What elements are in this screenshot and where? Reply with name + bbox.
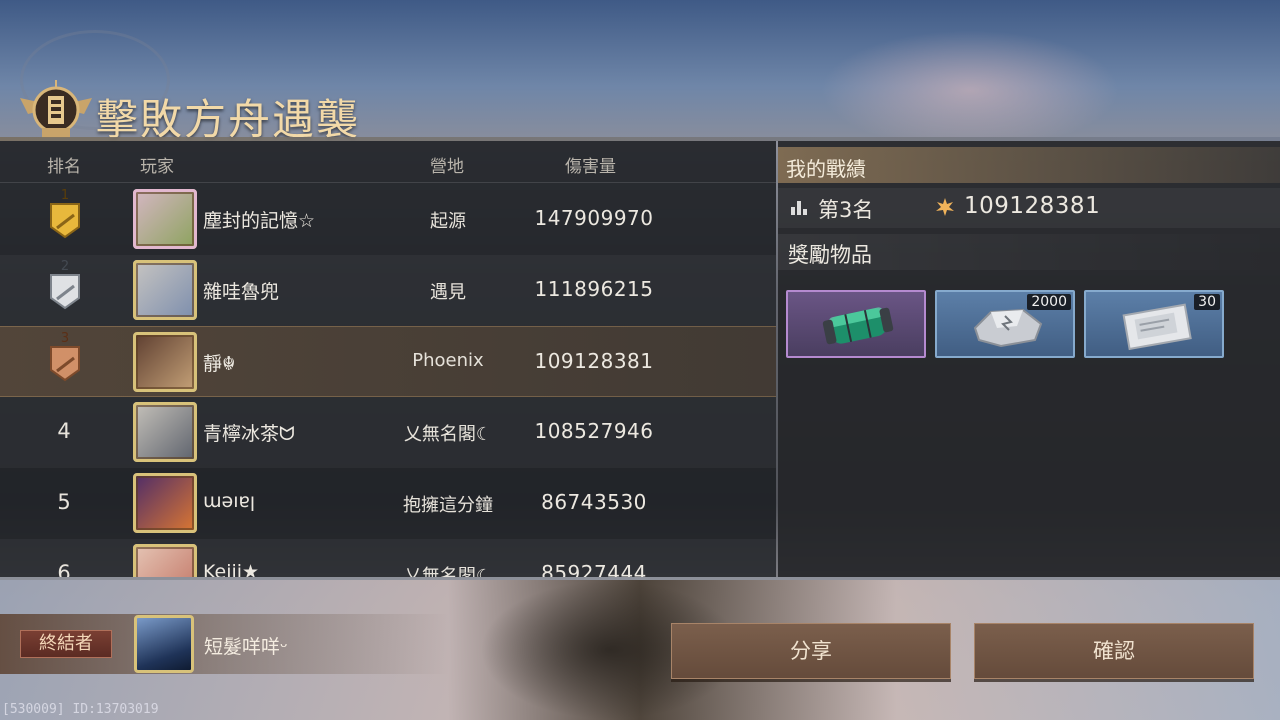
- reward-quantity: 30: [1194, 294, 1220, 310]
- avatar[interactable]: [133, 544, 197, 577]
- camp-name: 遇見: [430, 282, 466, 303]
- rewards-title: 獎勵物品: [788, 243, 872, 267]
- confirm-button[interactable]: 確認: [974, 623, 1254, 679]
- reward-item[interactable]: 2000: [935, 290, 1075, 358]
- avatar[interactable]: [133, 260, 197, 320]
- finisher-avatar[interactable]: [134, 615, 194, 673]
- damage-burst-icon: [936, 198, 954, 216]
- avatar-frame: [133, 473, 197, 533]
- content-bottom-divider: [0, 577, 1280, 580]
- avatar-frame: [133, 402, 197, 462]
- rank-number: 1: [60, 188, 70, 203]
- table-row-current-player[interactable]: 3 靜☬ Phoenix 109128381: [0, 326, 776, 397]
- reward-item[interactable]: [786, 290, 926, 358]
- reward-quantity: 2000: [1027, 294, 1071, 310]
- my-record-title: 我的戰績: [786, 157, 866, 181]
- avatar-frame: [133, 544, 197, 577]
- silver-rank-badge-icon: [50, 274, 80, 310]
- table-row[interactable]: 1 塵封的記憶☆ 起源 147909970: [0, 184, 776, 255]
- energy-canister-icon: [822, 307, 894, 345]
- avatar-frame: [133, 332, 197, 392]
- my-stats-row: 第3名 109128381: [778, 188, 1280, 228]
- ark-emblem-icon: [20, 80, 92, 138]
- camp-name: 抱擁這分鐘: [403, 495, 493, 516]
- rank-number: 6: [57, 561, 71, 577]
- avatar-frame: [133, 189, 197, 249]
- damage-value: 86743530: [541, 490, 647, 514]
- player-name: 雜哇魯兜: [203, 281, 280, 303]
- damage-value: 108527946: [534, 419, 654, 443]
- debug-id-text: [530009] ID:13703019: [2, 702, 159, 717]
- rank-number: 4: [57, 419, 71, 443]
- rank-number: 3: [60, 331, 70, 346]
- player-name: 靜☬: [203, 353, 236, 375]
- gold-rank-badge-icon: [50, 203, 80, 239]
- damage-value: 109128381: [534, 349, 654, 373]
- leaderboard-table[interactable]: 排名 玩家 營地 傷害量 1 塵封的記憶☆ 起源 147909970 2 雜哇魯…: [0, 141, 776, 577]
- sky-background: [820, 30, 1120, 150]
- camp-name: 乂無名閣☾: [403, 566, 493, 577]
- table-row[interactable]: 4 青檸冰茶ᗢ 乂無名閣☾ 108527946: [0, 397, 776, 468]
- damage-value: 147909970: [534, 206, 654, 230]
- avatar-frame: [133, 260, 197, 320]
- my-record-panel: 我的戰績 第3名 109128381 獎勵物品 2000 30: [778, 141, 1280, 577]
- avatar[interactable]: [133, 473, 197, 533]
- my-rank: 第3名: [818, 198, 874, 222]
- my-damage: 109128381: [964, 193, 1101, 219]
- damage-value: 111896215: [534, 277, 654, 301]
- player-name: Keiii★: [203, 561, 260, 577]
- header-rank: 排名: [47, 157, 81, 177]
- reward-item[interactable]: 30: [1084, 290, 1224, 358]
- camp-name: Phoenix: [412, 350, 484, 371]
- player-name: 青檸冰茶ᗢ: [203, 423, 295, 445]
- damage-value: 85927444: [541, 561, 647, 577]
- header-damage: 傷害量: [565, 157, 616, 177]
- table-header: 排名 玩家 營地 傷害量: [0, 141, 776, 183]
- table-row[interactable]: 5 ɯǝıɐן 抱擁這分鐘 86743530: [0, 468, 776, 539]
- avatar[interactable]: [133, 332, 197, 392]
- rank-number: 5: [57, 490, 71, 514]
- camp-name: 起源: [430, 211, 466, 232]
- table-row[interactable]: 6 Keiii★ 乂無名閣☾ 85927444: [0, 539, 776, 577]
- my-record-header: 我的戰績: [778, 147, 1280, 183]
- rank-number: 2: [60, 259, 70, 274]
- player-name: ɯǝıɐן: [203, 490, 256, 512]
- avatar[interactable]: [133, 402, 197, 462]
- camp-name: 乂無名閣☾: [403, 424, 493, 445]
- finisher-name: 短髮咩咩ᵕ: [204, 636, 288, 658]
- blueprint-pack-icon: [1122, 303, 1192, 351]
- table-row[interactable]: 2 雜哇魯兜 遇見 111896215: [0, 255, 776, 326]
- avatar[interactable]: [133, 189, 197, 249]
- rewards-section-header: 獎勵物品: [778, 234, 1280, 270]
- table-body: 1 塵封的記憶☆ 起源 147909970 2 雜哇魯兜 遇見 11189621…: [0, 184, 776, 577]
- header-camp: 營地: [430, 157, 464, 177]
- header-player: 玩家: [140, 157, 174, 177]
- bronze-rank-badge-icon: [50, 346, 80, 382]
- finisher-label: 終結者: [20, 630, 112, 658]
- share-button[interactable]: 分享: [671, 623, 951, 679]
- ranking-bars-icon: [791, 201, 807, 215]
- player-name: 塵封的記憶☆: [203, 210, 316, 232]
